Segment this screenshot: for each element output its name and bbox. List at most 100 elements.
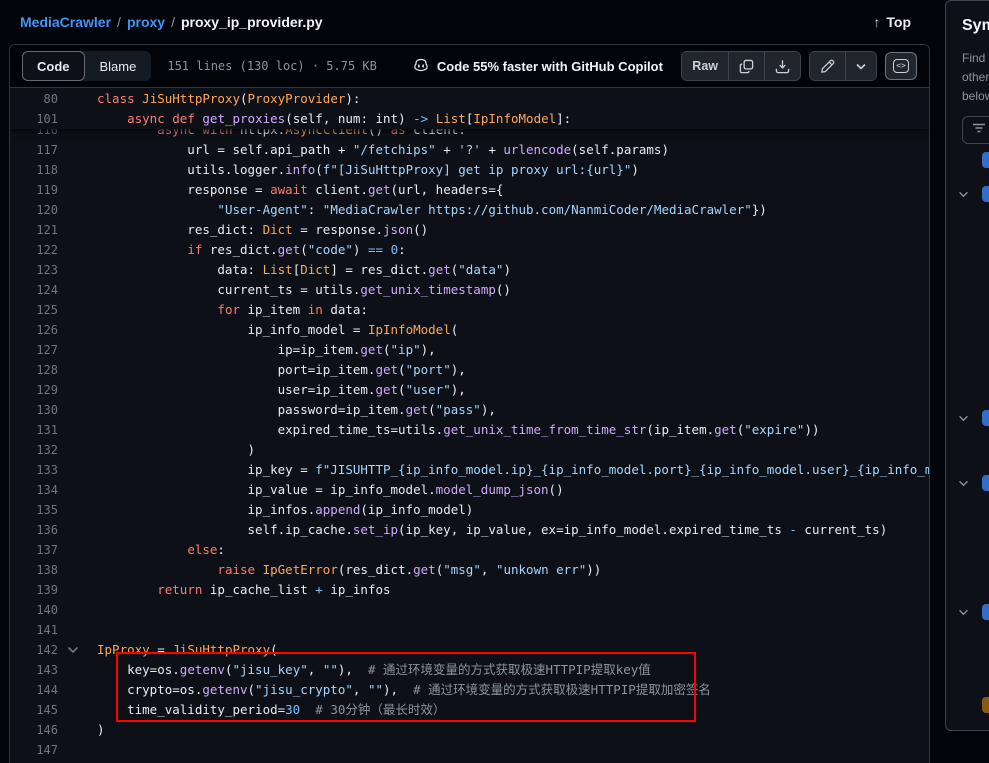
line-number[interactable]: 146: [10, 720, 58, 740]
code-line: 120 "User-Agent": "MediaCrawler https://…: [10, 200, 929, 220]
chevron-slot: [58, 89, 97, 109]
chevron-slot: [58, 480, 97, 500]
symbol-item[interactable]: [946, 693, 989, 717]
code-line: 122 if res_dict.get("code") == 0:: [10, 240, 929, 260]
breadcrumb-filename: proxy_ip_provider.py: [181, 14, 323, 30]
line-number[interactable]: 125: [10, 300, 58, 320]
chevron-slot: [58, 220, 97, 240]
code-text: data: List[Dict] = res_dict.get("data"): [97, 260, 929, 280]
line-number[interactable]: 131: [10, 420, 58, 440]
line-number[interactable]: 138: [10, 560, 58, 580]
line-number[interactable]: 121: [10, 220, 58, 240]
tab-code[interactable]: Code: [22, 51, 85, 81]
line-number[interactable]: 126: [10, 320, 58, 340]
line-number[interactable]: 134: [10, 480, 58, 500]
code-text: url = self.api_path + "/fetchips" + '?' …: [97, 140, 929, 160]
line-number[interactable]: 80: [10, 89, 58, 109]
symbol-item[interactable]: [946, 471, 989, 495]
code-line: 146): [10, 720, 929, 740]
file-meta-info: 151 lines (130 loc) · 5.75 KB: [167, 59, 377, 73]
code-text: expired_time_ts=utils.get_unix_time_from…: [97, 420, 929, 440]
line-number[interactable]: 144: [10, 680, 58, 700]
code-text: key=os.getenv("jisu_key", ""), # 通过环境变量的…: [97, 660, 929, 680]
chevron-slot: [58, 440, 97, 460]
line-number[interactable]: 120: [10, 200, 58, 220]
copilot-banner: Code 55% faster with GitHub Copilot: [413, 57, 663, 76]
chevron-slot: [58, 420, 97, 440]
raw-button[interactable]: Raw: [682, 52, 728, 80]
line-number[interactable]: 132: [10, 440, 58, 460]
line-number[interactable]: 122: [10, 240, 58, 260]
code-text: utils.logger.info(f"[JiSuHttpProxy] get …: [97, 160, 929, 180]
code-text: ip_infos.append(ip_info_model): [97, 500, 929, 520]
line-number[interactable]: 118: [10, 160, 58, 180]
chevron-slot: [58, 720, 97, 740]
symbol-item[interactable]: [946, 600, 989, 624]
chevron-slot: [58, 740, 97, 760]
code-line: 147: [10, 740, 929, 760]
code-text: res_dict: Dict = response.json(): [97, 220, 929, 240]
chevron-slot: [58, 109, 97, 129]
line-number[interactable]: 127: [10, 340, 58, 360]
chevron-down-icon[interactable]: [958, 191, 970, 198]
chevron-down-icon[interactable]: [958, 415, 970, 422]
symbols-filter-input[interactable]: [962, 116, 989, 144]
page: MediaCrawler / proxy / proxy_ip_provider…: [0, 0, 989, 763]
chevron-slot: [58, 460, 97, 480]
line-number[interactable]: 119: [10, 180, 58, 200]
edit-dropdown-button[interactable]: [845, 52, 876, 80]
line-number[interactable]: 117: [10, 140, 58, 160]
symbol-pill: [982, 186, 989, 202]
line-number[interactable]: 139: [10, 580, 58, 600]
line-number[interactable]: 129: [10, 380, 58, 400]
code-container: Code Blame 151 lines (130 loc) · 5.75 KB…: [9, 44, 930, 763]
line-number[interactable]: 101: [10, 109, 58, 129]
code-line: 145 time_validity_period=30 # 30分钟（最长时效）: [10, 700, 929, 720]
chevron-slot: [58, 580, 97, 600]
line-number[interactable]: 135: [10, 500, 58, 520]
line-number[interactable]: 145: [10, 700, 58, 720]
up-arrow-icon: ↑: [873, 14, 880, 30]
tab-blame[interactable]: Blame: [85, 51, 152, 81]
line-number[interactable]: 147: [10, 740, 58, 760]
symbol-item[interactable]: [946, 406, 989, 430]
code-line: 143 key=os.getenv("jisu_key", ""), # 通过环…: [10, 660, 929, 680]
code-text: ip_value = ip_info_model.model_dump_json…: [97, 480, 929, 500]
line-number[interactable]: 128: [10, 360, 58, 380]
line-number[interactable]: 130: [10, 400, 58, 420]
breadcrumb-separator: /: [117, 14, 121, 30]
collapse-chevron-icon[interactable]: [58, 640, 97, 660]
line-number[interactable]: 133: [10, 460, 58, 480]
line-number[interactable]: 137: [10, 540, 58, 560]
chevron-down-icon[interactable]: [958, 609, 970, 616]
code-line: 127 ip=ip_item.get("ip"),: [10, 340, 929, 360]
code-text: IpProxy = JiSuHttpProxy(: [97, 640, 929, 660]
back-to-top-button[interactable]: ↑ Top: [865, 10, 919, 34]
line-number[interactable]: 136: [10, 520, 58, 540]
code-text: ): [97, 720, 929, 740]
symbols-panel-toggle-button[interactable]: <>: [885, 52, 917, 80]
line-number[interactable]: 143: [10, 660, 58, 680]
line-number[interactable]: 140: [10, 600, 58, 620]
line-number[interactable]: 124: [10, 280, 58, 300]
symbol-item[interactable]: [946, 182, 989, 206]
line-number[interactable]: 141: [10, 620, 58, 640]
code-line: 128 port=ip_item.get("port"),: [10, 360, 929, 380]
line-number[interactable]: 142: [10, 640, 58, 660]
code-text: response = await client.get(url, headers…: [97, 180, 929, 200]
symbol-pill: [982, 475, 989, 491]
download-button[interactable]: [764, 52, 800, 80]
line-number[interactable]: 116: [10, 129, 58, 140]
code-text: if res_dict.get("code") == 0:: [97, 240, 929, 260]
symbol-item[interactable]: [946, 148, 989, 172]
copy-button[interactable]: [728, 52, 764, 80]
edit-button[interactable]: [810, 52, 845, 80]
line-number[interactable]: 123: [10, 260, 58, 280]
chevron-down-icon[interactable]: [958, 480, 970, 487]
code-line: 136 self.ip_cache.set_ip(ip_key, ip_valu…: [10, 520, 929, 540]
breadcrumb-repo-link[interactable]: MediaCrawler: [20, 14, 111, 30]
code-line: 142 IpProxy = JiSuHttpProxy(: [10, 640, 929, 660]
chevron-slot: [58, 280, 97, 300]
breadcrumb-folder-link[interactable]: proxy: [127, 14, 165, 30]
code-line: 121 res_dict: Dict = response.json(): [10, 220, 929, 240]
